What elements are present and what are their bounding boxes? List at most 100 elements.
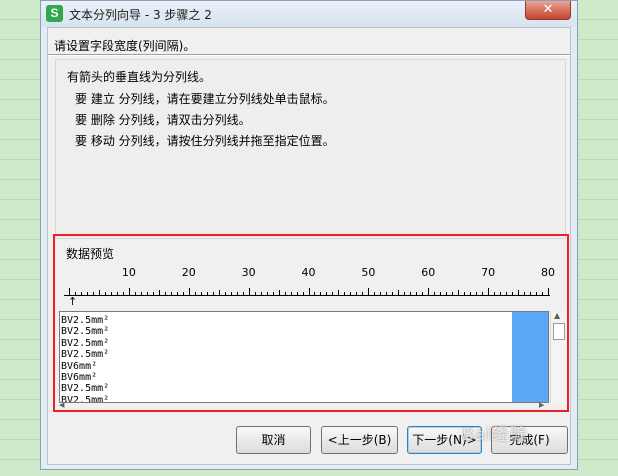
ruler-tick: [548, 288, 549, 295]
ruler-tick: [134, 292, 136, 295]
ruler-tick: [326, 292, 328, 295]
scroll-right-icon[interactable]: ▶: [539, 401, 544, 409]
ruler-tick: [368, 288, 370, 295]
ruler-tick: [404, 292, 406, 295]
ruler-tick: [218, 290, 220, 295]
instructions-heading: 有箭头的垂直线为分列线。: [67, 70, 212, 84]
selected-column[interactable]: [512, 312, 548, 402]
ruler-tick: [86, 292, 88, 295]
preview-row: BV2.5mm²: [61, 337, 110, 349]
scroll-up-icon[interactable]: ▲: [554, 311, 560, 320]
ruler-tick: [422, 292, 424, 295]
ruler-tick: [260, 292, 262, 295]
vertical-scrollbar[interactable]: ▲: [550, 311, 566, 403]
ruler-tick: [69, 288, 70, 295]
ruler-tick: [236, 292, 238, 295]
ruler-tick: [290, 292, 292, 295]
ruler-tick: [482, 292, 484, 295]
ruler-tick: [122, 292, 124, 295]
ruler-tick: [500, 292, 502, 295]
window-title: 文本分列向导 - 3 步骤之 2: [69, 8, 212, 22]
ruler-tick: [476, 292, 478, 295]
ruler-tick: [392, 292, 394, 295]
ruler-tick: [200, 292, 202, 295]
ruler-baseline: [64, 295, 550, 296]
ruler-tick: [110, 292, 112, 295]
ruler-tick: [182, 292, 184, 295]
ruler-tick: [530, 292, 532, 295]
ruler-tick: [116, 292, 118, 295]
ruler-tick: [194, 292, 196, 295]
ruler-tick: [98, 290, 100, 295]
scroll-left-icon[interactable]: ◀: [59, 401, 64, 409]
ruler-tick: [488, 288, 490, 295]
ruler-tick: [518, 290, 520, 295]
ruler-tick: [212, 292, 214, 295]
ruler-tick: [266, 292, 268, 295]
ruler-tick: [152, 292, 154, 295]
ruler-tick: [416, 292, 418, 295]
column-ruler[interactable]: ↑ 10 20 30 40 50 60 70 80: [60, 263, 555, 307]
ruler-tick: [410, 292, 412, 295]
ruler-tick: [224, 292, 226, 295]
ruler-tick: [272, 292, 274, 295]
ruler-tick: [332, 292, 334, 295]
ruler-tick: [362, 292, 364, 295]
ruler-tick: [428, 288, 430, 295]
ruler-tick: [386, 292, 388, 295]
separator: [48, 54, 570, 56]
ruler-tick: [170, 292, 172, 295]
ruler-tick: [278, 290, 280, 295]
ruler-number: 40: [301, 266, 316, 279]
ruler-tick: [494, 292, 496, 295]
column-break-arrow-icon[interactable]: ↑: [68, 296, 77, 307]
ruler-tick: [320, 292, 322, 295]
ruler-tick: [434, 292, 436, 295]
ruler-tick: [308, 288, 310, 295]
ruler-tick: [464, 292, 466, 295]
instruction-line: 要 移动 分列线，请按住分列线并拖至指定位置。: [75, 134, 335, 148]
ruler-tick: [380, 292, 382, 295]
back-button[interactable]: <上一步(B): [321, 426, 398, 454]
ruler-tick: [176, 292, 178, 295]
preview-row: BV2.5mm²: [61, 394, 110, 403]
ruler-tick: [146, 292, 148, 295]
ruler-tick: [356, 292, 358, 295]
ruler-tick: [248, 288, 250, 295]
data-preview-label: 数据预览: [66, 247, 115, 261]
instructions-panel: 有箭头的垂直线为分列线。 要 建立 分列线，请在要建立分列线处单击鼠标。 要 删…: [55, 59, 566, 239]
ruler-tick: [74, 292, 76, 295]
ruler-tick: [374, 292, 376, 295]
ruler-tick: [242, 292, 244, 295]
cancel-button[interactable]: 取消: [236, 426, 311, 454]
dialog-body: 请设置字段宽度(列间隔)。 有箭头的垂直线为分列线。 要 建立 分列线，请在要建…: [47, 27, 571, 465]
text-to-columns-wizard-dialog: S 文本分列向导 - 3 步骤之 2 ✕ 请设置字段宽度(列间隔)。 有箭头的垂…: [40, 0, 578, 470]
ruler-number: 80: [541, 266, 555, 279]
horizontal-scrollbar[interactable]: ◀ ▶: [59, 401, 549, 410]
ruler-number: 30: [241, 266, 256, 279]
instruction-line: 要 建立 分列线，请在要建立分列线处单击鼠标。: [75, 92, 335, 106]
ruler-tick: [350, 292, 352, 295]
ruler-tick: [254, 292, 256, 295]
ruler-tick: [344, 292, 346, 295]
ruler-tick: [542, 292, 543, 295]
title-bar[interactable]: S 文本分列向导 - 3 步骤之 2 ✕: [41, 1, 577, 27]
watermark-text: Bai经验: [462, 425, 528, 445]
ruler-tick: [512, 292, 514, 295]
preview-row: BV6mm²: [61, 372, 98, 383]
data-preview-area[interactable]: BV2.5mm² BV2.5mm² BV2.5mm² BV2.5mm² BV6mm² BV…: [59, 311, 549, 403]
ruler-tick: [128, 288, 130, 295]
ruler-tick: [296, 292, 298, 295]
ruler-tick: [338, 290, 340, 295]
scroll-thumb[interactable]: [553, 323, 565, 340]
close-button[interactable]: ✕: [525, 1, 571, 20]
ruler-tick: [158, 290, 160, 295]
ruler-tick: [506, 292, 508, 295]
ruler-tick: [230, 292, 232, 295]
step-prompt: 请设置字段宽度(列间隔)。: [54, 39, 196, 53]
ruler-tick: [452, 292, 454, 295]
ruler-tick: [446, 292, 448, 295]
ruler-tick: [206, 292, 208, 295]
preview-row: BV6mm²: [61, 360, 98, 372]
preview-row: BV2.5mm²: [61, 326, 110, 338]
